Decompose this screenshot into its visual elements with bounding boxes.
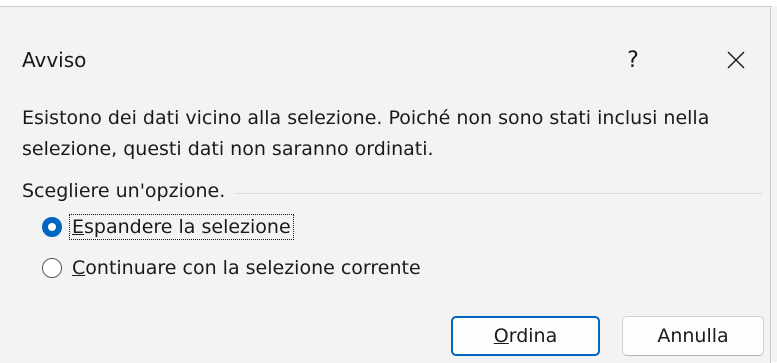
title-bar: Avviso ? xyxy=(0,14,770,84)
radio-expand-selection[interactable] xyxy=(42,217,62,237)
group-divider xyxy=(235,192,762,194)
dialog-window: Avviso ? Esistono dei dati vicino alla s… xyxy=(0,0,777,363)
sort-button[interactable]: Ordina xyxy=(451,316,600,356)
close-button[interactable] xyxy=(709,38,763,82)
option-continue-label[interactable]: Continuare con la selezione corrente xyxy=(70,256,423,280)
warning-message: Esistono dei dati vicino alla selezione.… xyxy=(22,107,710,160)
radio-continue-current[interactable] xyxy=(42,258,62,278)
option-expand-selection[interactable]: Espandere la selezione xyxy=(42,213,294,241)
close-icon xyxy=(727,51,745,69)
option-expand-label[interactable]: Espandere la selezione xyxy=(69,214,294,240)
dialog-frame: Avviso ? Esistono dei dati vicino alla s… xyxy=(0,6,771,363)
options-group-label: Scegliere un'opzione. xyxy=(22,180,226,202)
help-button[interactable]: ? xyxy=(608,38,658,82)
dialog-title: Avviso xyxy=(22,48,87,72)
option-continue-current[interactable]: Continuare con la selezione corrente xyxy=(42,254,423,282)
options-group: Scegliere un'opzione. xyxy=(22,179,762,203)
cancel-button[interactable]: Annulla xyxy=(622,316,764,356)
